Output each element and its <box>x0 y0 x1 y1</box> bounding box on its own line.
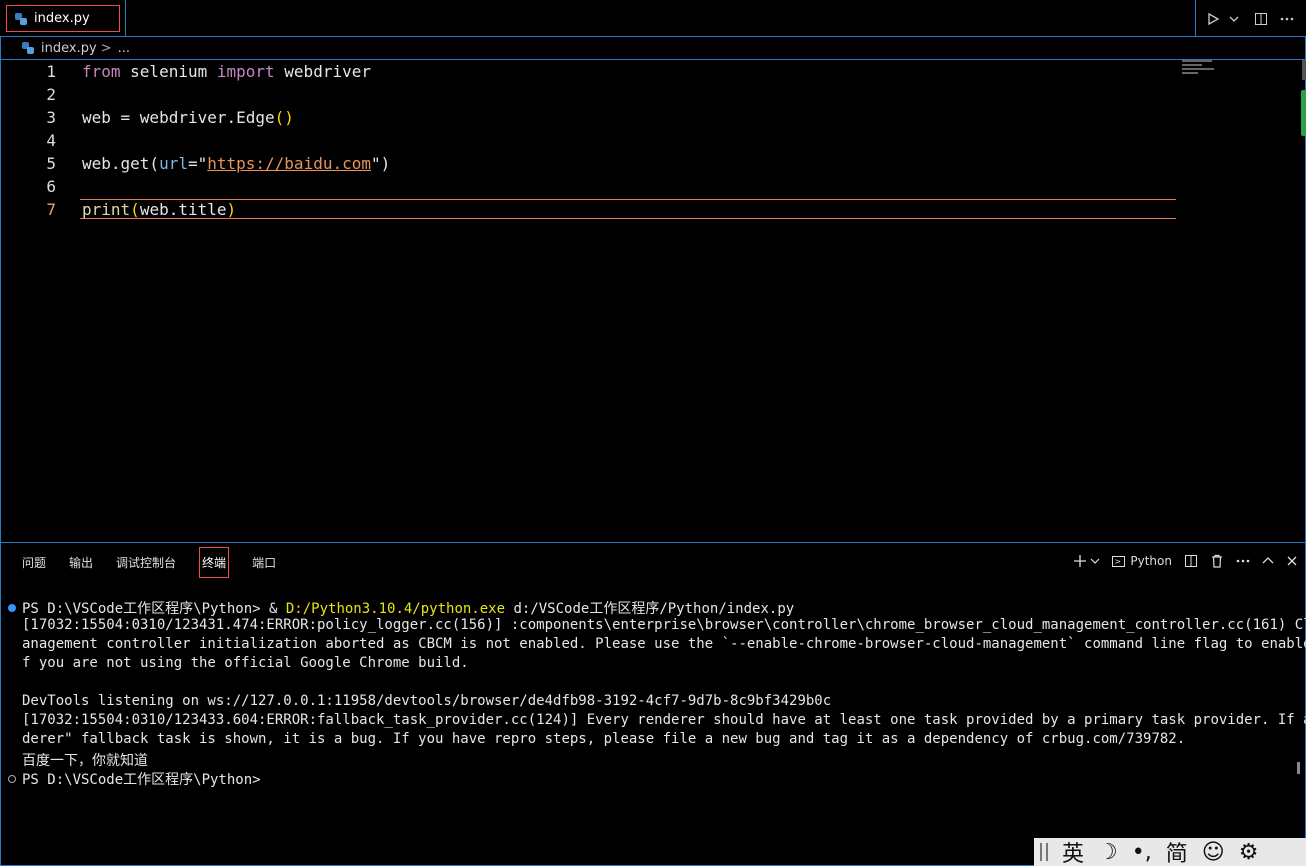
line-number: 2 <box>46 85 56 104</box>
code-line-1[interactable]: from selenium import webdriver <box>82 62 371 81</box>
tab-index-py[interactable]: index.py <box>6 5 120 32</box>
code-line-5[interactable]: web.get(url="https://baidu.com") <box>82 154 390 173</box>
breadcrumb-file[interactable]: index.py <box>41 41 97 56</box>
panel-divider <box>0 542 1306 543</box>
line-number: 3 <box>46 108 56 127</box>
terminal-profile-label: Python <box>1130 554 1172 568</box>
terminal-profile-button[interactable]: > Python <box>1112 554 1172 568</box>
code-text: webdriver <box>274 62 371 81</box>
breadcrumb-more[interactable]: ... <box>118 41 130 56</box>
terminal-line: DevTools listening on ws://127.0.0.1:119… <box>22 693 832 709</box>
ime-toolbar: 英 ☽ •, 简 ☺ ⚙ <box>1034 838 1306 866</box>
terminal-line: derer" fallback task is shown, it is a b… <box>22 731 1186 747</box>
actions-divider <box>1195 0 1196 37</box>
chevron-up-icon[interactable] <box>1262 555 1274 567</box>
function-name: print <box>82 200 131 219</box>
split-terminal-icon[interactable] <box>1184 554 1198 568</box>
line-number: 6 <box>46 177 56 196</box>
param-name: url <box>159 154 188 173</box>
python-file-icon <box>22 42 34 54</box>
line-number: 1 <box>46 62 56 81</box>
paren: ( <box>274 108 285 127</box>
terminal-exe: D:/Python3.10.4/python.exe <box>285 601 506 617</box>
command-pending-dot-icon[interactable] <box>8 775 16 783</box>
command-success-dot-icon[interactable] <box>8 604 16 612</box>
terminal-line: anagement controller initialization abor… <box>22 636 1306 652</box>
tab-separator <box>125 0 126 37</box>
chevron-down-icon[interactable] <box>1228 8 1240 30</box>
code-text: ") <box>371 154 391 173</box>
moon-icon[interactable]: ☽ <box>1098 840 1118 865</box>
terminal-line: [17032:15504:0310/123433.604:ERROR:fallb… <box>22 712 1306 728</box>
paren: ( <box>130 200 140 219</box>
code-text: web.title <box>139 200 227 219</box>
code-editor[interactable]: 1 2 3 4 5 6 7 from selenium import webdr… <box>0 60 1306 542</box>
keyword: from <box>82 62 121 81</box>
terminal-line: PS D:\VSCode工作区程序\Python> & D:/Python3.1… <box>22 598 794 618</box>
panel-actions: > Python <box>1061 548 1298 574</box>
ellipsis-icon[interactable] <box>1236 559 1250 563</box>
scrollbar-thumb[interactable] <box>1302 60 1306 80</box>
split-editor-icon[interactable] <box>1250 8 1272 30</box>
scrollbar-change-marker <box>1301 90 1306 136</box>
plus-icon[interactable] <box>1073 554 1100 568</box>
code-text: =" <box>187 154 208 173</box>
paren: ) <box>226 200 237 219</box>
python-file-icon <box>15 12 27 25</box>
terminal-line: [17032:15504:0310/123431.474:ERROR:polic… <box>22 617 1306 633</box>
panel-tabs: 问题 输出 调试控制台 终端 端口 <box>22 546 299 578</box>
ellipsis-icon[interactable] <box>1276 8 1298 30</box>
tab-debug-console[interactable]: 调试控制台 <box>116 551 176 574</box>
punctuation-icon[interactable]: •, <box>1132 840 1152 865</box>
ime-language-toggle[interactable]: 英 <box>1062 838 1084 866</box>
ime-grip-icon[interactable] <box>1040 843 1048 861</box>
terminal-line: f you are not using the official Google … <box>22 655 469 671</box>
line-number: 4 <box>46 131 56 150</box>
settings-gear-icon[interactable]: ⚙ <box>1239 840 1259 865</box>
code-text: web.get( <box>82 154 160 173</box>
terminal-arg: d:/VSCode工作区程序/Python/index.py <box>505 601 795 617</box>
code-text: selenium <box>120 62 217 81</box>
trash-icon[interactable] <box>1210 554 1224 568</box>
terminal-line: 百度一下，你就知道 <box>22 753 148 769</box>
breadcrumb: index.py > ... <box>22 38 130 58</box>
code-line-3[interactable]: web = webdriver.Edge() <box>82 108 294 127</box>
emoji-icon[interactable]: ☺ <box>1202 840 1225 865</box>
tab-output[interactable]: 输出 <box>69 551 93 574</box>
tab-ports[interactable]: 端口 <box>252 551 276 574</box>
terminal-prompt-line[interactable]: PS D:\VSCode工作区程序\Python> <box>22 769 261 789</box>
minimap[interactable] <box>1182 60 1218 80</box>
close-icon[interactable] <box>1286 555 1298 567</box>
tab-label: index.py <box>34 11 90 26</box>
chevron-down-icon <box>1090 558 1100 564</box>
url-string[interactable]: https://baidu.com <box>207 154 371 173</box>
editor-actions <box>1195 0 1306 37</box>
play-icon[interactable] <box>1202 8 1224 30</box>
breadcrumb-separator: > <box>100 40 112 56</box>
line-number: 5 <box>46 154 56 173</box>
keyword: import <box>216 62 275 81</box>
terminal-icon: > <box>1112 555 1126 567</box>
ime-charset-toggle[interactable]: 简 <box>1166 838 1188 866</box>
tab-problems[interactable]: 问题 <box>22 551 46 574</box>
terminal-prompt: PS D:\VSCode工作区程序\Python> & <box>22 601 286 617</box>
editor-tab-bar: index.py <box>0 0 1306 37</box>
terminal-scrollbar-thumb[interactable] <box>1297 762 1300 774</box>
editor-scrollbar[interactable] <box>1300 60 1306 180</box>
code-text: web = webdriver.Edge <box>82 108 275 127</box>
tab-terminal[interactable]: 终端 <box>199 546 230 578</box>
code-line-7[interactable]: print(web.title) <box>82 200 236 219</box>
paren: ) <box>284 108 294 127</box>
line-number-active: 7 <box>46 200 56 219</box>
current-line-highlight <box>80 199 1176 219</box>
